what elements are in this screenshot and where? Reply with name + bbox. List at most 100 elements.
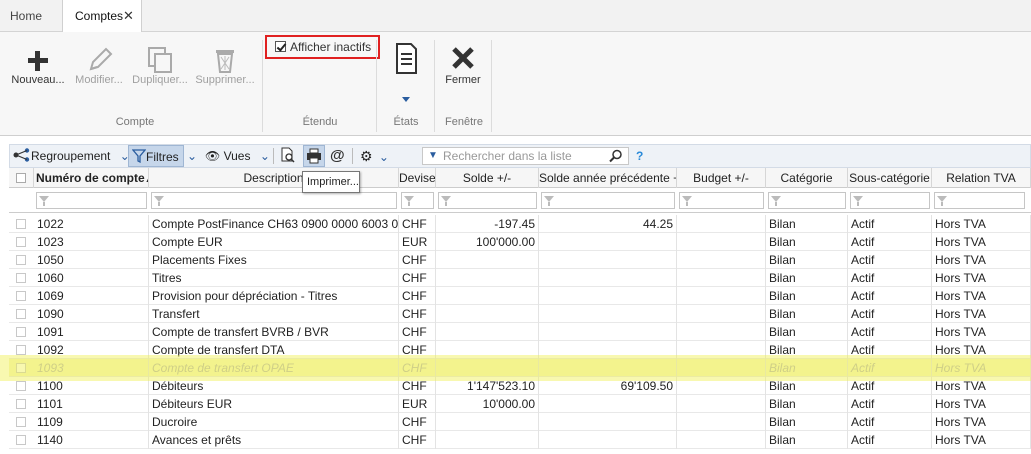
cell-desc: Avances et prêts (149, 431, 399, 449)
cell-desc: Placements Fixes (149, 251, 399, 269)
filter-input-number[interactable] (36, 192, 147, 209)
table-row[interactable]: 1109 Ducroire CHF Bilan Actif Hors TVA (9, 413, 1031, 431)
checkbox-checked-icon[interactable] (275, 41, 286, 52)
chevron-down-icon[interactable]: ⌄ (379, 150, 389, 164)
cell-vat: Hors TVA (932, 269, 1031, 287)
reports-button[interactable] (388, 40, 424, 102)
row-checkbox[interactable] (16, 291, 26, 301)
grouping-button[interactable]: Regroupement ⌄ (13, 145, 130, 167)
table-row[interactable]: 1093 Compte de transfert OPAE CHF Bilan Acti… (9, 359, 1031, 377)
chevron-down-icon[interactable]: ▼ (428, 148, 438, 164)
filter-input-currency[interactable] (401, 192, 434, 209)
row-checkbox[interactable] (16, 309, 26, 319)
cell-sub: Actif (848, 323, 932, 341)
column-header-prev-balance[interactable]: Solde année précédente +/ (539, 168, 677, 188)
duplicate-button[interactable]: Dupliquer... (130, 40, 190, 100)
filter-input-category[interactable] (768, 192, 846, 209)
delete-button[interactable]: Supprimer... (194, 40, 256, 100)
row-checkbox[interactable] (16, 363, 26, 373)
settings-button[interactable]: ⚙ ⌄ (360, 145, 389, 167)
filter-input-subcategory[interactable] (850, 192, 930, 209)
cell-num: 1100 (34, 377, 149, 395)
row-checkbox[interactable] (16, 273, 26, 283)
filter-input-balance[interactable] (438, 192, 537, 209)
print-button[interactable] (303, 145, 325, 167)
table-row[interactable]: 1069 Provision pour dépréciation - Titres… (9, 287, 1031, 305)
cell-cat: Bilan (766, 377, 848, 395)
column-header-subcategory[interactable]: Sous-catégorie (848, 168, 932, 188)
table-row[interactable]: 1023 Compte EUR EUR 100'000.00 Bilan Actif Hor… (9, 233, 1031, 251)
search-input[interactable]: ▼ Rechercher dans la liste (422, 147, 629, 165)
filter-input-description[interactable] (151, 192, 397, 209)
help-icon[interactable]: ? (636, 145, 643, 167)
table-row[interactable]: 1101 Débiteurs EUR EUR 10'000.00 Bilan Actif H… (9, 395, 1031, 413)
views-button[interactable]: 👁 Vues ⌄ (205, 145, 270, 167)
filter-input-vat[interactable] (934, 192, 1025, 209)
column-header-budget[interactable]: Budget +/- (677, 168, 766, 188)
chevron-down-icon[interactable]: ⌄ (260, 149, 270, 163)
edit-button[interactable]: Modifier... (72, 40, 126, 100)
column-header-description[interactable]: Description (149, 168, 399, 188)
table-row[interactable]: 1092 Compte de transfert DTA CHF Bilan Actif… (9, 341, 1031, 359)
chevron-down-icon[interactable] (388, 94, 424, 106)
cell-cur: CHF (399, 323, 436, 341)
tab-home[interactable]: Home (0, 0, 62, 32)
select-all-header[interactable] (9, 168, 34, 188)
cell-cur: CHF (399, 341, 436, 359)
cell-num: 1022 (34, 215, 149, 233)
column-header-currency[interactable]: Devise (399, 168, 436, 188)
filter-icon (544, 196, 554, 206)
column-header-category[interactable]: Catégorie (766, 168, 848, 188)
filters-button[interactable]: Filtres (128, 145, 184, 167)
table-row[interactable]: 1022 Compte PostFinance CH63 0900 0000 60… (9, 215, 1031, 233)
new-button[interactable]: Nouveau... (10, 40, 66, 100)
row-checkbox[interactable] (16, 345, 26, 355)
cell-desc: Compte de transfert BVRB / BVR (149, 323, 399, 341)
table-row[interactable]: 1091 Compte de transfert BVRB / BVR CHF Bil… (9, 323, 1031, 341)
cell-bal (436, 323, 539, 341)
cell-desc: Compte de transfert DTA (149, 341, 399, 359)
row-checkbox[interactable] (16, 237, 26, 247)
filter-row (9, 188, 1031, 213)
cell-prev: 69'109.50 (539, 377, 677, 395)
chevron-down-icon[interactable]: ⌄ (187, 145, 197, 167)
list-toolbar: Regroupement ⌄ Filtres ⌄ 👁 Vues ⌄ @ ⚙ ⌄ … (9, 144, 1031, 168)
cell-prev (539, 341, 677, 359)
cell-bal (436, 431, 539, 449)
tab-comptes[interactable]: Comptes ✕ (62, 0, 142, 33)
row-checkbox[interactable] (16, 399, 26, 409)
table-row[interactable]: 1060 Titres CHF Bilan Actif Hors TVA (9, 269, 1031, 287)
cell-cat: Bilan (766, 305, 848, 323)
table-row[interactable]: 1100 Débiteurs CHF 1'147'523.10 69'109.50 Bil… (9, 377, 1031, 395)
row-checkbox[interactable] (16, 255, 26, 265)
cell-budget (677, 431, 766, 449)
table-row[interactable]: 1140 Avances et prêts CHF Bilan Actif Hors TV… (9, 431, 1031, 449)
row-checkbox[interactable] (16, 219, 26, 229)
column-header-balance[interactable]: Solde +/- (436, 168, 539, 188)
filter-input-prev-balance[interactable] (541, 192, 675, 209)
cell-bal: -197.45 (436, 215, 539, 233)
search-placeholder: Rechercher dans la liste (443, 149, 572, 163)
cell-sub: Actif (848, 233, 932, 251)
cell-prev (539, 323, 677, 341)
print-tooltip: Imprimer... (302, 171, 360, 193)
cell-bal (436, 269, 539, 287)
group-label-fenetre: Fenêtre (445, 116, 483, 128)
filter-input-budget[interactable] (679, 192, 764, 209)
close-tab-icon[interactable]: ✕ (123, 0, 134, 32)
cell-bal (436, 305, 539, 323)
row-checkbox[interactable] (16, 327, 26, 337)
column-header-vat[interactable]: Relation TVA (932, 168, 1031, 188)
email-icon[interactable]: @ (330, 145, 345, 167)
cell-desc: Compte PostFinance CH63 0900 0000 6003 0… (149, 215, 399, 233)
row-checkbox[interactable] (16, 417, 26, 427)
table-row[interactable]: 1090 Transfert CHF Bilan Actif Hors TVA (9, 305, 1031, 323)
close-button[interactable]: Fermer (440, 40, 486, 100)
row-checkbox[interactable] (16, 381, 26, 391)
show-inactive-checkbox[interactable]: Afficher inactifs (265, 35, 380, 59)
print-preview-button[interactable] (280, 145, 296, 167)
row-checkbox[interactable] (16, 435, 26, 445)
select-all-checkbox[interactable] (16, 173, 26, 183)
table-row[interactable]: 1050 Placements Fixes CHF Bilan Actif Hors TV… (9, 251, 1031, 269)
column-header-number[interactable]: Numéro de compte▲ (34, 168, 149, 188)
